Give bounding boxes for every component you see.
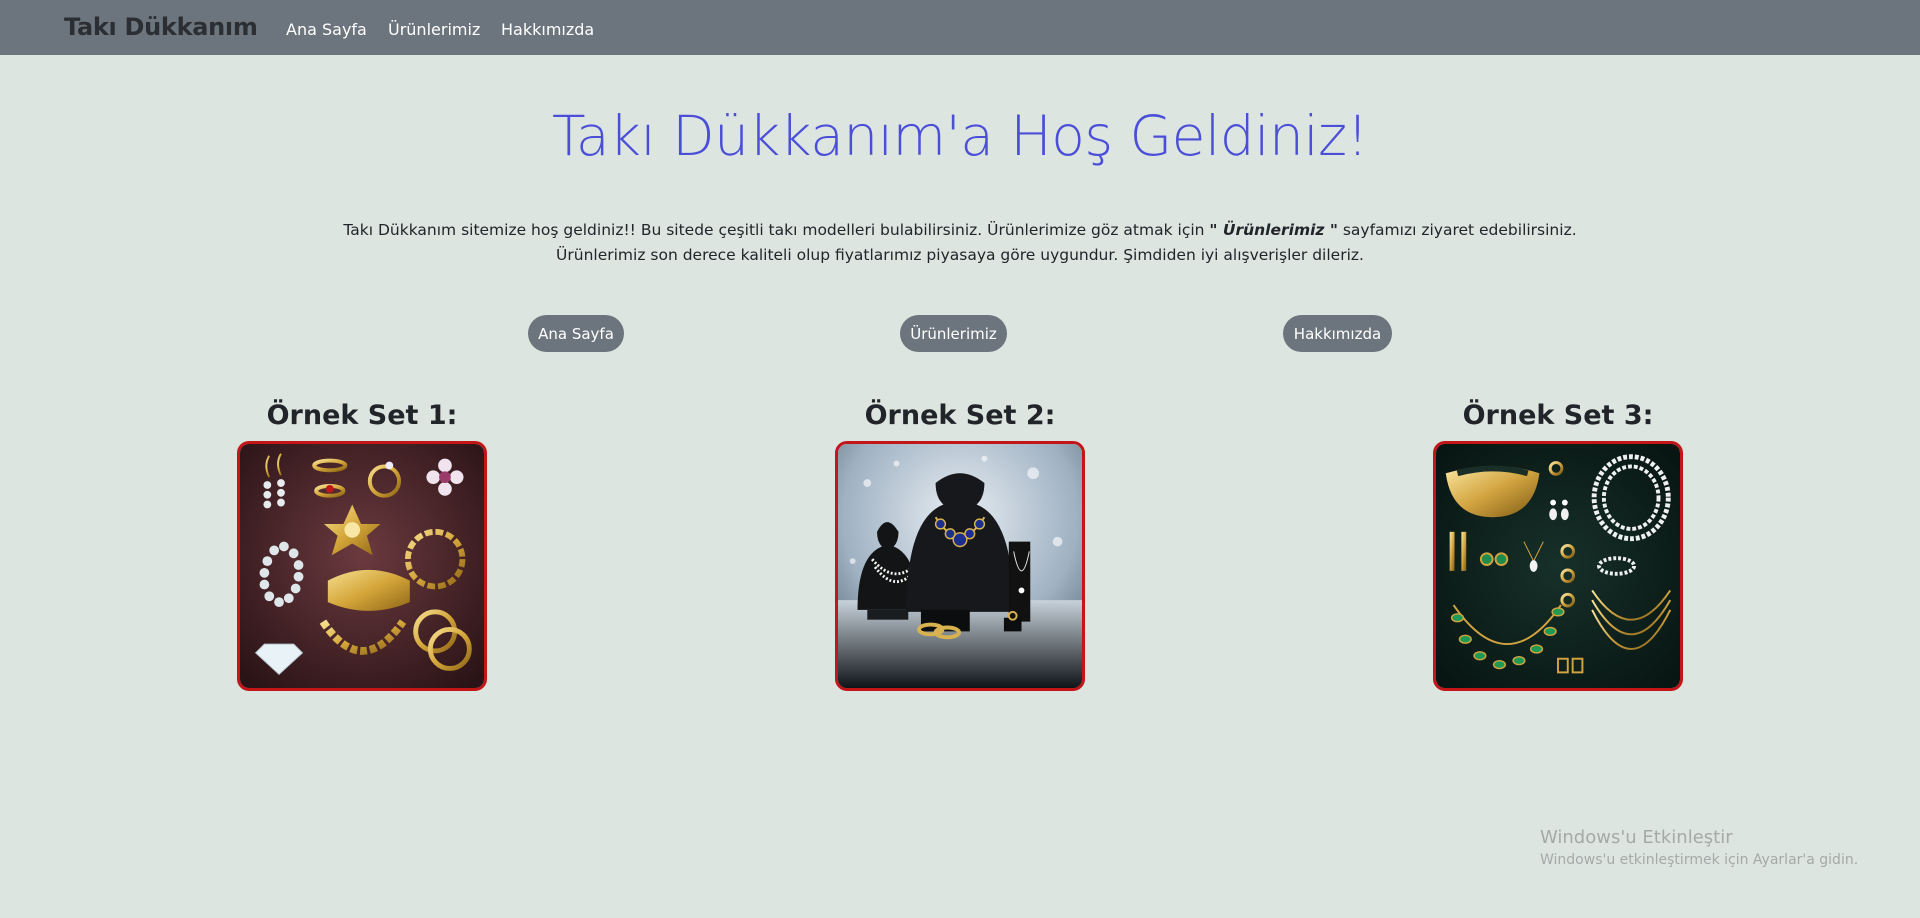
set-1-title: Örnek Set 1:: [266, 400, 458, 431]
intro-line-1-start: Takı Dükkanım sitemize hoş geldiniz!! Bu…: [343, 221, 1210, 239]
nav-link-urunlerimiz[interactable]: Ürünlerimiz: [388, 20, 480, 39]
hakkimizda-button[interactable]: Hakkımızda: [1283, 315, 1392, 352]
set-3-image: [1433, 441, 1683, 691]
activation-title: Windows'u Etkinleştir: [1540, 827, 1733, 848]
brand-logo[interactable]: Takı Dükkanım: [64, 13, 258, 41]
page-title: Takı Dükkanım'a Hoş Geldiniz!: [551, 104, 1369, 168]
windows-activation-watermark: Windows'u Etkinleştir Windows'u etkinleş…: [1540, 827, 1858, 868]
intro-line-2: Ürünlerimiz son derece kaliteli olup fiy…: [556, 246, 1364, 264]
nav-link-ana-sayfa[interactable]: Ana Sayfa: [286, 20, 367, 39]
jewelry-set-2-illustration: [838, 444, 1082, 688]
jewelry-set-3-illustration: [1436, 444, 1680, 688]
intro-line-1: Takı Dükkanım sitemize hoş geldiniz!! Bu…: [340, 218, 1580, 243]
nav-link-hakkimizda[interactable]: Hakkımızda: [501, 20, 594, 39]
intro-line-1-end: sayfamızı ziyaret edebilirsiniz.: [1337, 221, 1577, 239]
set-2-image: [835, 441, 1085, 691]
jewelry-set-1-illustration: [240, 444, 484, 688]
intro-emphasis: " Ürünlerimiz ": [1209, 221, 1338, 239]
navbar: Takı Dükkanım Ana Sayfa Ürünlerimiz Hakk…: [0, 0, 1920, 55]
set-3-title: Örnek Set 3:: [1462, 400, 1654, 431]
set-2-title: Örnek Set 2:: [864, 400, 1056, 431]
intro-text: Takı Dükkanım sitemize hoş geldiniz!! Bu…: [340, 218, 1580, 268]
ana-sayfa-button[interactable]: Ana Sayfa: [528, 315, 624, 352]
set-1-image: [237, 441, 487, 691]
activation-subtitle: Windows'u etkinleştirmek için Ayarlar'a …: [1540, 852, 1859, 868]
urunlerimiz-button[interactable]: Ürünlerimiz: [900, 315, 1007, 352]
